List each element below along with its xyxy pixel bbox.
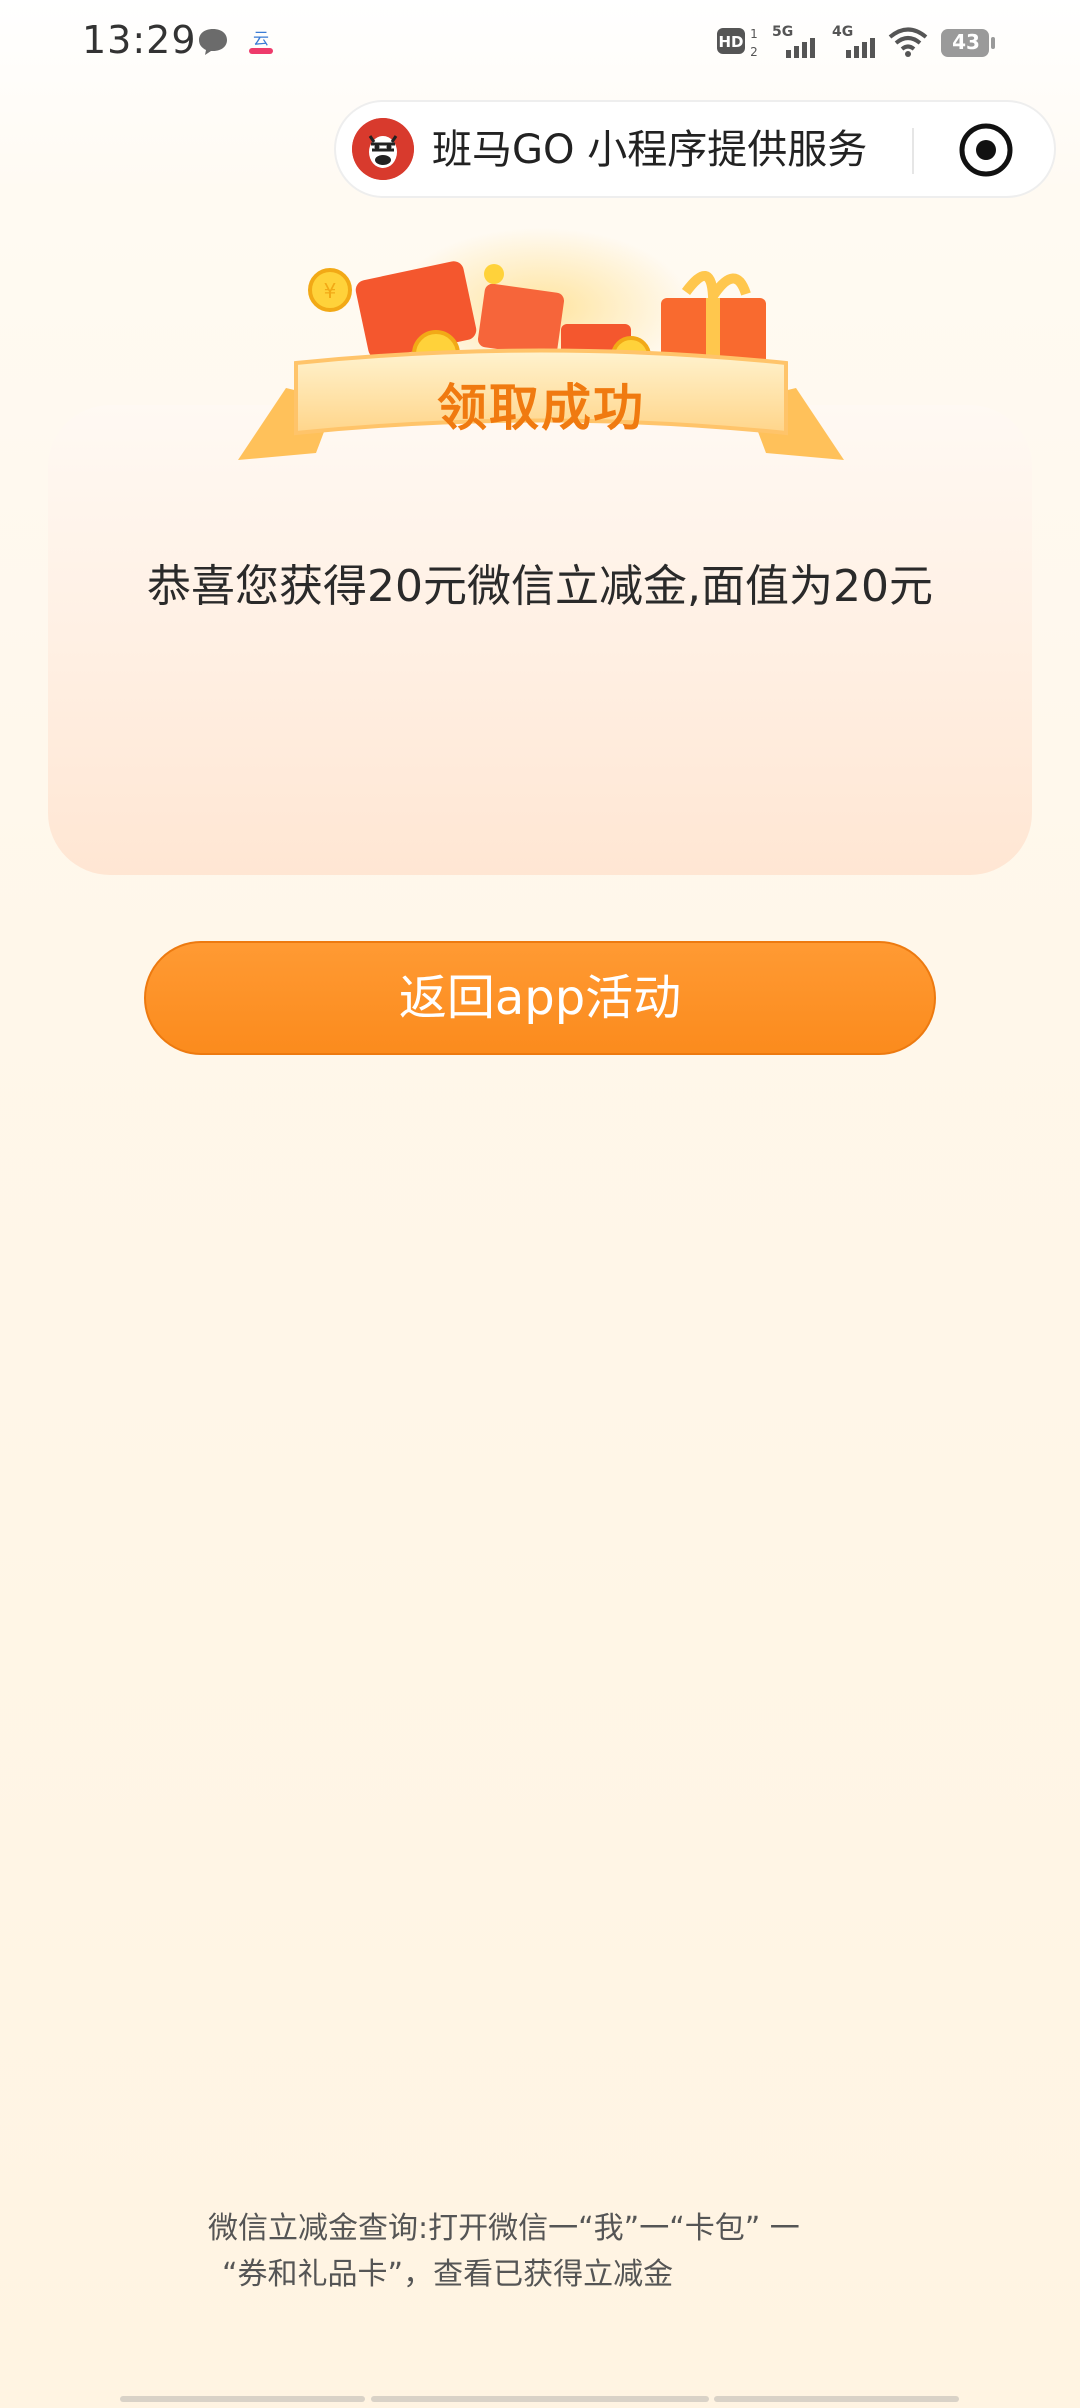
svg-text:2: 2 <box>750 45 758 59</box>
battery-level: 43 <box>952 30 980 54</box>
svg-text:云: 云 <box>253 29 269 48</box>
app-notification-icon: 云 <box>249 29 273 54</box>
mini-program-capsule[interactable]: 班马GO 小程序提供服务 <box>334 100 1056 198</box>
bottom-indicator-2 <box>371 2396 709 2402</box>
reward-message: 恭喜您获得20元微信立减金,面值为20元 <box>147 561 933 612</box>
wifi-icon <box>888 27 928 57</box>
hd-icon: HD 1 2 <box>717 27 758 59</box>
status-bar: 13:29 云 HD 1 2 5G 4G 43 <box>0 0 1080 88</box>
back-to-app-button[interactable]: 返回app活动 <box>144 941 936 1055</box>
zebra-logo-icon <box>352 118 414 180</box>
svg-text:¥: ¥ <box>324 279 337 303</box>
signal-4g-icon: 4G <box>832 24 875 58</box>
capsule-divider <box>912 128 914 174</box>
banner-title: 领取成功 <box>437 379 645 437</box>
svg-text:HD: HD <box>718 33 743 51</box>
bottom-indicator-3 <box>714 2396 959 2402</box>
bottom-indicator-1 <box>120 2396 365 2402</box>
svg-text:5G: 5G <box>772 24 793 40</box>
message-icon <box>199 29 227 55</box>
svg-text:1: 1 <box>750 27 758 41</box>
coupon-tip-line-1: 微信立减金查询:打开微信一“我”一“卡包” 一 <box>208 2211 800 2246</box>
svg-text:4G: 4G <box>832 24 853 40</box>
signal-5g-icon: 5G <box>772 24 815 58</box>
status-time: 13:29 <box>82 18 197 62</box>
close-target-icon[interactable] <box>958 122 1014 178</box>
coupon-tip-line-2: “券和礼品卡”，查看已获得立减金 <box>222 2257 674 2292</box>
capsule-title: 班马GO 小程序提供服务 <box>432 127 868 173</box>
